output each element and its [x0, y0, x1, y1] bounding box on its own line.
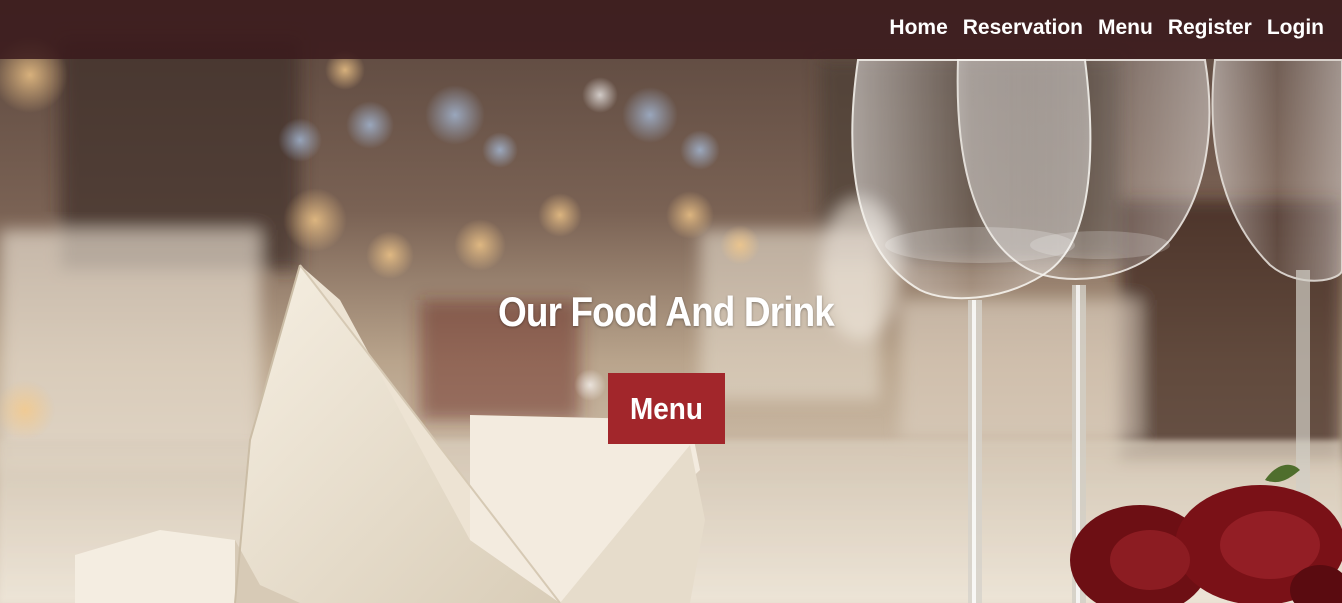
nav-links: Home Reservation Menu Register Login — [889, 0, 1324, 55]
top-navbar: Home Reservation Menu Register Login — [0, 0, 1342, 59]
hero-section: Our Food And Drink Menu — [0, 0, 1342, 603]
hero-title: Our Food And Drink — [498, 288, 835, 335]
nav-link-login[interactable]: Login — [1267, 16, 1324, 40]
nav-link-home[interactable]: Home — [889, 16, 947, 40]
menu-button-label: Menu — [630, 390, 703, 426]
nav-link-menu[interactable]: Menu — [1098, 16, 1153, 40]
menu-button[interactable]: Menu — [608, 373, 725, 444]
restaurant-landing-page: Home Reservation Menu Register Login Our… — [0, 0, 1342, 603]
nav-link-reservation[interactable]: Reservation — [963, 16, 1083, 40]
nav-link-register[interactable]: Register — [1168, 16, 1252, 40]
